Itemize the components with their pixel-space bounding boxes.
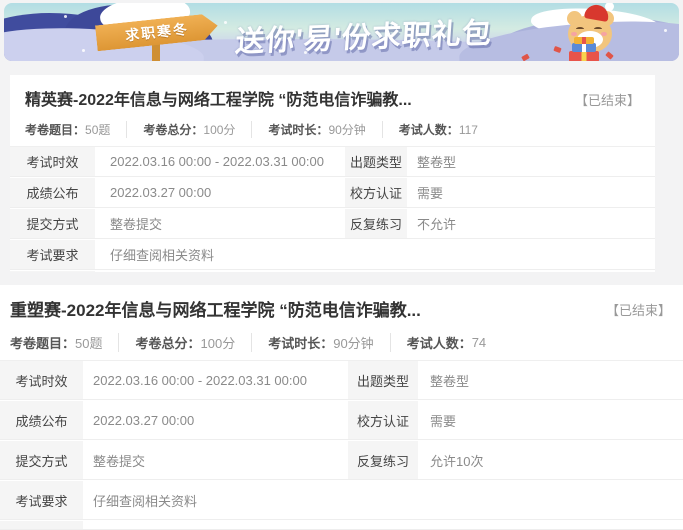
stat-value: 100分 (201, 333, 236, 352)
signpost-text: 求职寒冬 (124, 19, 190, 46)
row-label: 成绩公布 (10, 178, 95, 207)
stat-label: 考试人数： (399, 121, 459, 138)
row-value: 整卷提交 (95, 209, 345, 238)
bear-blush (571, 32, 577, 36)
row-value: 不允许 (407, 209, 655, 238)
stat-total-score: 考卷总分： 100分 (126, 121, 251, 138)
stat-label: 考试时长： (268, 121, 328, 138)
row-label (0, 521, 83, 529)
row-value: 2022.03.27 00:00 (95, 178, 345, 207)
stat-label: 考卷题目： (25, 121, 85, 138)
gift-box (569, 51, 599, 61)
row-label: 提交方式 (10, 209, 95, 238)
stat-duration: 考试时长： 90分钟 (251, 121, 381, 138)
wooden-signpost: 求职寒冬 (96, 17, 226, 61)
table-row-clipped (10, 271, 655, 272)
table-row: 提交方式 整卷提交 反复练习 允许10次 (0, 441, 683, 479)
stat-question-count: 考卷题目： 50题 (10, 333, 118, 352)
gift-box (574, 37, 594, 44)
row-value: 2022.03.27 00:00 (83, 401, 348, 439)
stat-value: 74 (472, 335, 486, 350)
stat-question-count: 考卷题目： 50题 (25, 121, 126, 138)
gift-box (572, 43, 596, 52)
stat-value: 117 (459, 123, 478, 137)
table-row: 考试要求 仔细查阅相关资料 (10, 240, 655, 269)
table-row: 成绩公布 2022.03.27 00:00 校方认证 需要 (0, 401, 683, 439)
table-row: 考试要求 仔细查阅相关资料 (0, 481, 683, 519)
row-label: 考试要求 (10, 240, 95, 269)
exam-card-header: 重塑赛-2022年信息与网络工程学院 “防范电信诈骗教... 【已结束】 (0, 285, 683, 323)
row-value: 2022.03.16 00:00 - 2022.03.31 00:00 (95, 147, 345, 176)
row-value: 整卷型 (418, 361, 683, 399)
row-label: 考试要求 (0, 481, 83, 519)
stat-value: 90分钟 (328, 121, 365, 138)
row-label: 校方认证 (345, 178, 407, 207)
exam-stats-row: 考卷题目： 50题 考卷总分： 100分 考试时长： 90分钟 考试人数： 74 (0, 323, 683, 352)
stat-participants: 考试人数： 74 (390, 333, 502, 352)
table-row: 成绩公布 2022.03.27 00:00 校方认证 需要 (10, 178, 655, 207)
row-label: 考试时效 (0, 361, 83, 399)
row-label: 出题类型 (345, 147, 407, 176)
row-label: 成绩公布 (0, 401, 83, 439)
table-row: 考试时效 2022.03.16 00:00 - 2022.03.31 00:00… (10, 147, 655, 176)
row-value: 仔细查阅相关资料 (95, 240, 655, 269)
exam-card-elite[interactable]: 精英赛-2022年信息与网络工程学院 “防范电信诈骗教... 【已结束】 考卷题… (10, 75, 655, 272)
promo-banner[interactable]: 求职寒冬 送你'易'份求职礼包 (4, 3, 679, 61)
stat-participants: 考试人数： 117 (382, 121, 494, 138)
row-value (83, 521, 683, 529)
row-value: 需要 (407, 178, 655, 207)
status-badge-ended: 【已结束】 (606, 299, 671, 323)
row-label: 反复练习 (348, 441, 418, 479)
stat-value: 100分 (203, 121, 235, 138)
table-row: 提交方式 整卷提交 反复练习 不允许 (10, 209, 655, 238)
stat-label: 考卷题目： (10, 333, 75, 352)
row-label: 出题类型 (348, 361, 418, 399)
stat-duration: 考试时长： 90分钟 (251, 333, 389, 352)
stat-label: 考试时长： (268, 333, 333, 352)
table-row-clipped (0, 521, 683, 529)
row-value: 需要 (418, 401, 683, 439)
bear-hat-pompom (605, 3, 614, 11)
exam-card-remold[interactable]: 重塑赛-2022年信息与网络工程学院 “防范电信诈骗教... 【已结束】 考卷题… (0, 285, 683, 530)
bear-eye (576, 27, 584, 31)
stat-total-score: 考卷总分： 100分 (118, 333, 251, 352)
row-label (10, 271, 95, 272)
row-value: 整卷提交 (83, 441, 348, 479)
row-value: 整卷型 (407, 147, 655, 176)
stat-label: 考试人数： (407, 333, 472, 352)
row-label: 提交方式 (0, 441, 83, 479)
exam-title[interactable]: 精英赛-2022年信息与网络工程学院 “防范电信诈骗教... (25, 89, 563, 113)
row-value (95, 271, 655, 272)
stat-value: 50题 (85, 121, 110, 138)
status-badge-ended: 【已结束】 (575, 89, 640, 113)
exam-card-header: 精英赛-2022年信息与网络工程学院 “防范电信诈骗教... 【已结束】 (10, 75, 655, 113)
row-value: 2022.03.16 00:00 - 2022.03.31 00:00 (83, 361, 348, 399)
exam-info-table: 考试时效 2022.03.16 00:00 - 2022.03.31 00:00… (0, 360, 683, 529)
row-value: 允许10次 (418, 441, 683, 479)
bear-eye (594, 27, 602, 31)
row-label: 校方认证 (348, 401, 418, 439)
stat-label: 考卷总分： (135, 333, 200, 352)
table-row: 考试时效 2022.03.16 00:00 - 2022.03.31 00:00… (0, 361, 683, 399)
bear-mascot-illustration (561, 7, 623, 61)
exam-title[interactable]: 重塑赛-2022年信息与网络工程学院 “防范电信诈骗教... (10, 299, 594, 323)
stat-label: 考卷总分： (143, 121, 203, 138)
stat-value: 90分钟 (333, 333, 373, 352)
exam-info-table: 考试时效 2022.03.16 00:00 - 2022.03.31 00:00… (10, 146, 655, 272)
row-label: 反复练习 (345, 209, 407, 238)
snowflakes-decoration (64, 15, 67, 18)
row-label: 考试时效 (10, 147, 95, 176)
bear-blush (601, 32, 607, 36)
row-value: 仔细查阅相关资料 (83, 481, 683, 519)
exam-stats-row: 考卷题目： 50题 考卷总分： 100分 考试时长： 90分钟 考试人数： 11… (10, 113, 655, 138)
stat-value: 50题 (75, 333, 102, 352)
